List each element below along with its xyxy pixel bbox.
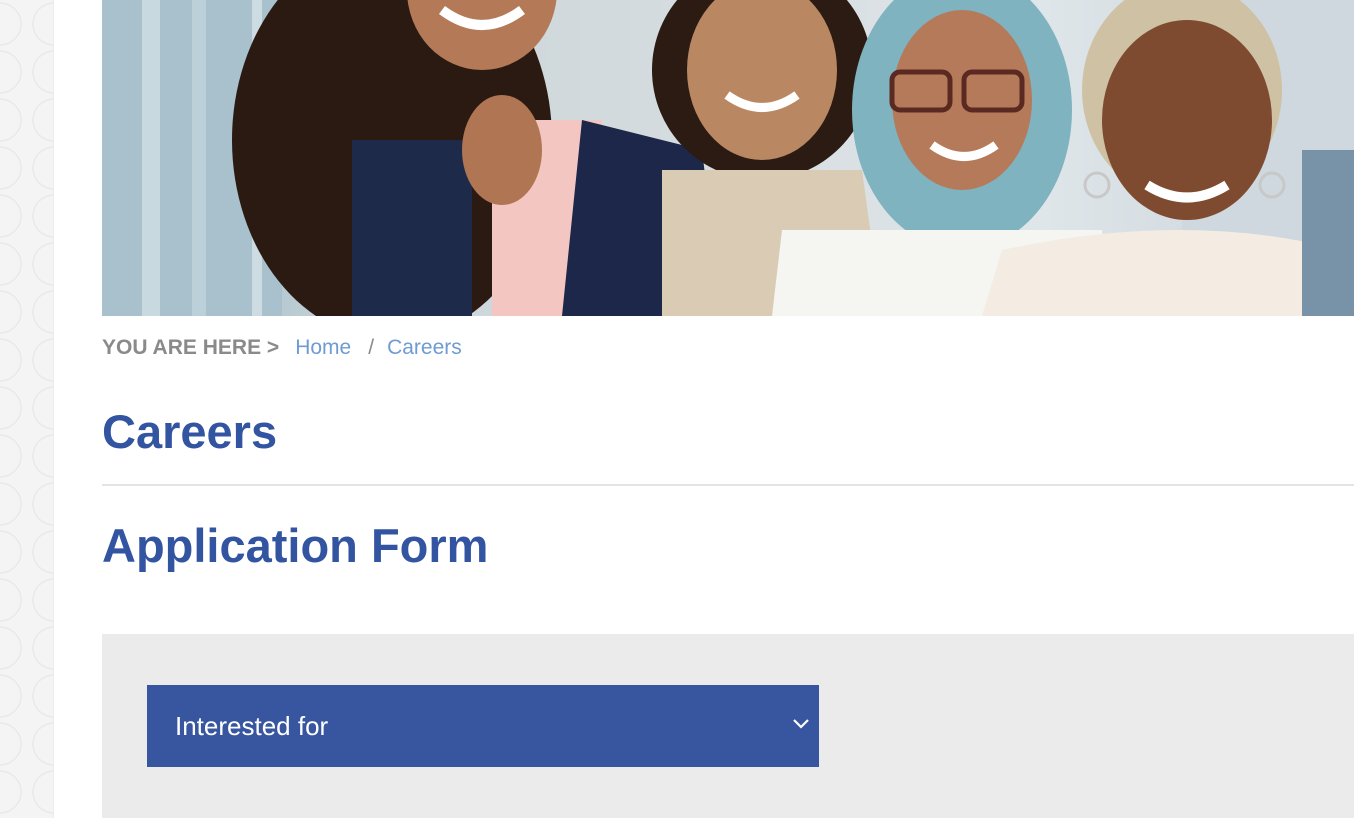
breadcrumb-separator: / (368, 336, 375, 359)
interested-for-select-value: Interested for (175, 710, 329, 741)
application-form-panel: Interested for (102, 634, 1354, 818)
breadcrumb-prefix: YOU ARE HERE > (102, 336, 280, 359)
side-decorative-pattern (0, 0, 54, 818)
chevron-down-icon (791, 714, 811, 739)
breadcrumb-link-careers[interactable]: Careers (387, 336, 462, 360)
breadcrumb: YOU ARE HERE > Home / Careers (102, 336, 462, 360)
page-title: Careers (102, 405, 278, 458)
form-title: Application Form (102, 519, 489, 572)
breadcrumb-link-home[interactable]: Home (295, 336, 351, 360)
hero-image (102, 0, 1354, 316)
interested-for-select[interactable]: Interested for (147, 685, 819, 767)
title-divider (102, 484, 1354, 486)
